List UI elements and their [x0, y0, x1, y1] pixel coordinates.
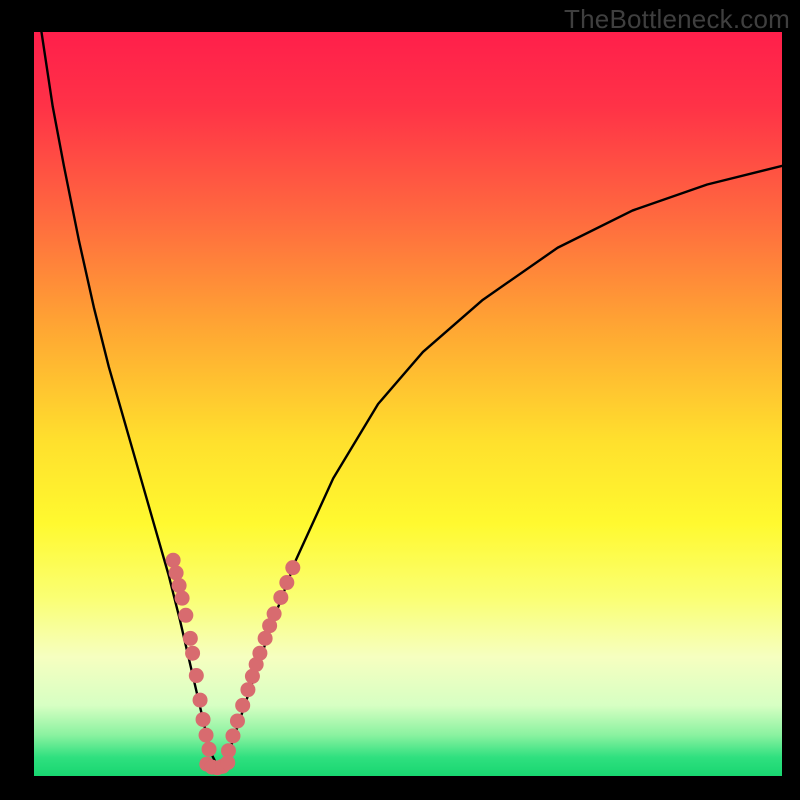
bead-left: [196, 712, 211, 727]
bead-left: [169, 565, 184, 580]
outer-frame: TheBottleneck.com: [0, 0, 800, 800]
bead-left: [202, 742, 217, 757]
bead-left: [199, 728, 214, 743]
gradient-background: [34, 32, 782, 776]
bead-left: [185, 646, 200, 661]
bead-right: [225, 728, 240, 743]
bead-right: [235, 698, 250, 713]
bead-right: [273, 590, 288, 605]
bead-right: [279, 575, 294, 590]
bead-left: [183, 631, 198, 646]
bead-right: [252, 646, 267, 661]
bead-left: [166, 553, 181, 568]
bead-right: [240, 682, 255, 697]
bead-right: [267, 606, 282, 621]
bead-left: [175, 591, 190, 606]
chart-svg: [0, 0, 800, 800]
watermark-text: TheBottleneck.com: [564, 4, 790, 35]
bead-left: [172, 578, 187, 593]
bead-right: [285, 560, 300, 575]
bead-right: [230, 713, 245, 728]
bead-left: [189, 668, 204, 683]
bead-left: [178, 608, 193, 623]
bead-bottom: [220, 755, 235, 770]
bead-left: [193, 693, 208, 708]
